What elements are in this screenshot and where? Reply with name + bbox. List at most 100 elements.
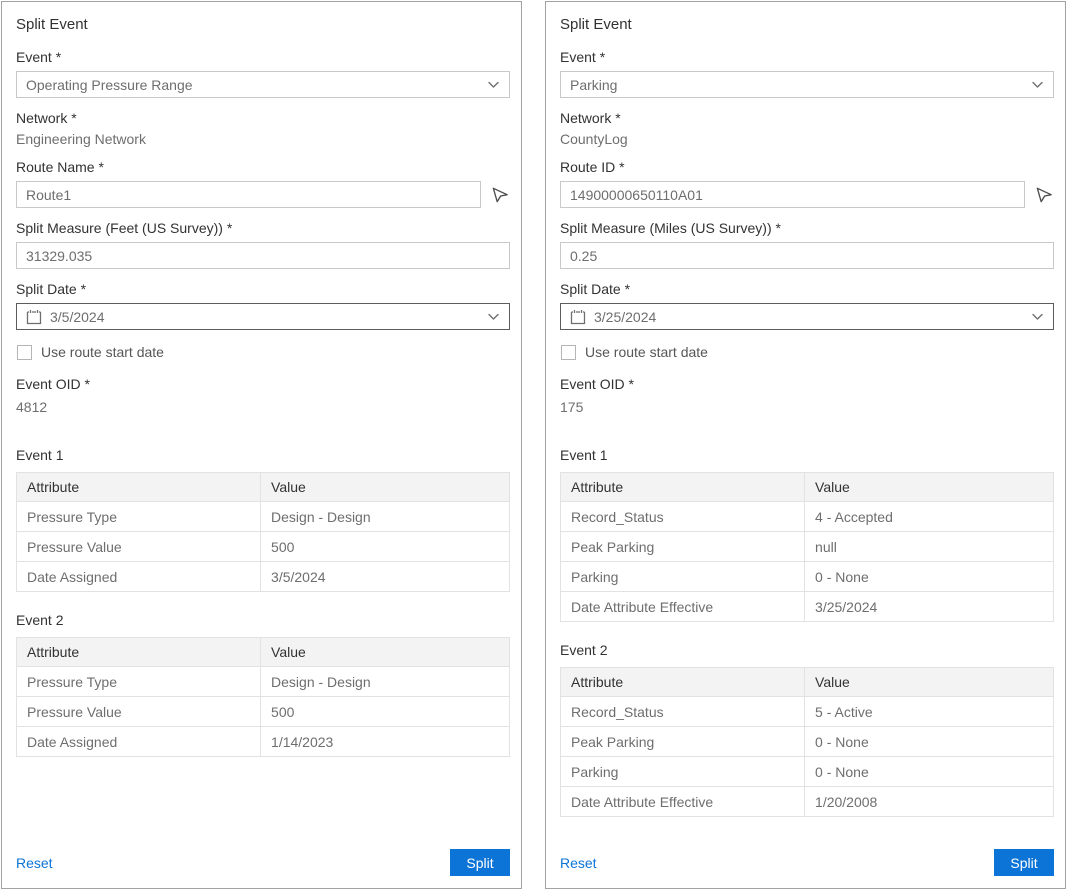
- split-measure-input[interactable]: 31329.035: [16, 242, 510, 269]
- page-title: Split Event: [16, 16, 510, 33]
- event1-section-title: Event 1: [560, 447, 1054, 463]
- table-row: Record_Status5 - Active: [561, 697, 1054, 727]
- use-route-start-date-row: Use route start date: [17, 344, 510, 360]
- event-label: Event *: [16, 49, 510, 65]
- table-cell: Design - Design: [261, 502, 510, 532]
- table-cell: 0 - None: [805, 757, 1054, 787]
- table-row: Date Attribute Effective1/20/2008: [561, 787, 1054, 817]
- event2-section-title: Event 2: [560, 642, 1054, 658]
- split-event-widgets: Split Event Event * Operating Pressure R…: [0, 0, 1067, 890]
- panel-footer: Reset Split: [16, 839, 510, 876]
- panel-footer: Reset Split: [560, 839, 1054, 876]
- route-picker-button[interactable]: [1034, 185, 1054, 205]
- event-field: Event * Operating Pressure Range: [16, 49, 510, 98]
- network-field: Network * Engineering Network: [16, 110, 510, 147]
- table-header-cell: Value: [805, 473, 1054, 502]
- route-picker-arrow-icon: [491, 185, 510, 204]
- table-cell: 3/25/2024: [805, 592, 1054, 622]
- table-header-cell: Attribute: [561, 473, 805, 502]
- table-header-cell: Value: [805, 668, 1054, 697]
- route-picker-arrow-icon: [1035, 185, 1054, 204]
- split-measure-label: Split Measure (Feet (US Survey)) *: [16, 220, 510, 236]
- route-input[interactable]: Route1: [16, 181, 481, 208]
- table-cell: Parking: [561, 757, 805, 787]
- split-measure-input[interactable]: 0.25: [560, 242, 1054, 269]
- split-button[interactable]: Split: [994, 849, 1054, 876]
- table-cell: Pressure Value: [17, 697, 261, 727]
- split-date-picker[interactable]: 3/25/2024: [560, 303, 1054, 330]
- calendar-icon: [570, 309, 586, 325]
- table-cell: Pressure Value: [17, 532, 261, 562]
- event2-section-title: Event 2: [16, 612, 510, 628]
- chevron-down-icon: [487, 310, 500, 323]
- route-field: Route Name * Route1: [16, 159, 510, 208]
- table-cell: Pressure Type: [17, 667, 261, 697]
- chevron-down-icon: [1031, 310, 1044, 323]
- page-title: Split Event: [560, 16, 1054, 33]
- chevron-down-icon: [487, 78, 500, 91]
- table-row: Parking0 - None: [561, 757, 1054, 787]
- event-select-value: Parking: [570, 77, 617, 93]
- table-cell: null: [805, 532, 1054, 562]
- table-row: Date Assigned3/5/2024: [17, 562, 510, 592]
- split-event-panel-right: Split Event Event * Parking Network * Co…: [545, 1, 1066, 889]
- table-cell: 0 - None: [805, 727, 1054, 757]
- event1-section-title: Event 1: [16, 447, 510, 463]
- table-cell: Date Attribute Effective: [561, 592, 805, 622]
- calendar-icon: [26, 309, 42, 325]
- table-header-cell: Attribute: [17, 638, 261, 667]
- event2-table-container: AttributeValueRecord_Status5 - ActivePea…: [560, 667, 1054, 817]
- split-date-label: Split Date *: [560, 281, 1054, 297]
- route-input[interactable]: 14900000650110A01: [560, 181, 1025, 208]
- split-date-value: 3/5/2024: [50, 309, 105, 325]
- event-select[interactable]: Parking: [560, 71, 1054, 98]
- table-cell: Date Attribute Effective: [561, 787, 805, 817]
- table-row: Parking0 - None: [561, 562, 1054, 592]
- event-oid-field: Event OID * 175: [560, 376, 1054, 415]
- table-cell: Record_Status: [561, 502, 805, 532]
- event-oid-label: Event OID *: [16, 376, 510, 392]
- network-value: Engineering Network: [16, 131, 510, 147]
- table-cell: 4 - Accepted: [805, 502, 1054, 532]
- split-measure-field: Split Measure (Miles (US Survey)) * 0.25: [560, 220, 1054, 269]
- split-date-value: 3/25/2024: [594, 309, 656, 325]
- table-row: Pressure TypeDesign - Design: [17, 502, 510, 532]
- table-header-cell: Attribute: [17, 473, 261, 502]
- event-oid-label: Event OID *: [560, 376, 1054, 392]
- table-cell: 0 - None: [805, 562, 1054, 592]
- table-cell: Date Assigned: [17, 727, 261, 757]
- reset-link[interactable]: Reset: [16, 855, 53, 871]
- network-field: Network * CountyLog: [560, 110, 1054, 147]
- table-cell: 500: [261, 532, 510, 562]
- event-select[interactable]: Operating Pressure Range: [16, 71, 510, 98]
- table-cell: Record_Status: [561, 697, 805, 727]
- table-cell: Pressure Type: [17, 502, 261, 532]
- table-cell: Peak Parking: [561, 727, 805, 757]
- route-field: Route ID * 14900000650110A01: [560, 159, 1054, 208]
- event-oid-value: 175: [560, 399, 1054, 415]
- table-header-cell: Value: [261, 473, 510, 502]
- table-cell: Design - Design: [261, 667, 510, 697]
- use-route-start-date-checkbox[interactable]: [17, 345, 32, 360]
- attribute-value-table: AttributeValueRecord_Status4 - AcceptedP…: [560, 472, 1054, 622]
- event-label: Event *: [560, 49, 1054, 65]
- table-header-cell: Attribute: [561, 668, 805, 697]
- table-cell: Date Assigned: [17, 562, 261, 592]
- split-button[interactable]: Split: [450, 849, 510, 876]
- split-date-field: Split Date * 3/5/2024: [16, 281, 510, 330]
- network-value: CountyLog: [560, 131, 1054, 147]
- table-row: Peak Parkingnull: [561, 532, 1054, 562]
- use-route-start-date-checkbox[interactable]: [561, 345, 576, 360]
- event-field: Event * Parking: [560, 49, 1054, 98]
- split-date-label: Split Date *: [16, 281, 510, 297]
- route-label: Route Name *: [16, 159, 510, 175]
- split-date-picker[interactable]: 3/5/2024: [16, 303, 510, 330]
- attribute-value-table: AttributeValueRecord_Status5 - ActivePea…: [560, 667, 1054, 817]
- table-row: Date Attribute Effective3/25/2024: [561, 592, 1054, 622]
- network-label: Network *: [16, 110, 510, 126]
- split-measure-field: Split Measure (Feet (US Survey)) * 31329…: [16, 220, 510, 269]
- use-route-start-date-label: Use route start date: [585, 344, 708, 360]
- route-picker-button[interactable]: [490, 185, 510, 205]
- reset-link[interactable]: Reset: [560, 855, 597, 871]
- table-row: Date Assigned1/14/2023: [17, 727, 510, 757]
